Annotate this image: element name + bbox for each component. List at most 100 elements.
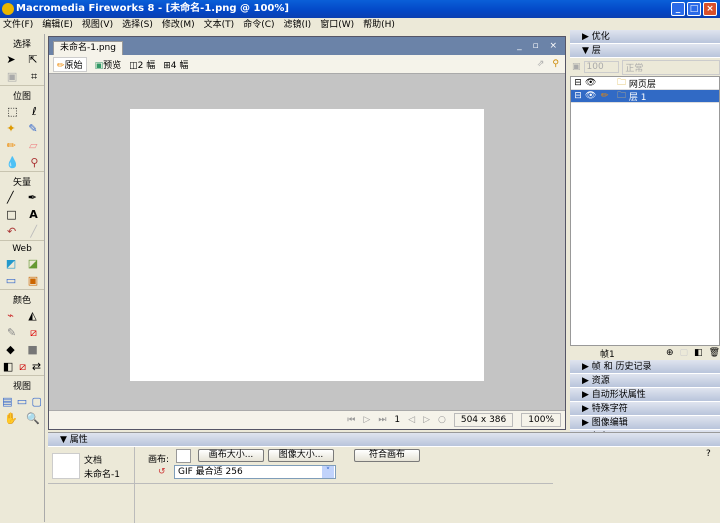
- properties-header[interactable]: ▼ 属性: [48, 433, 720, 447]
- eye-icon[interactable]: 👁: [585, 78, 617, 88]
- menu-help[interactable]: 帮助(H): [363, 18, 395, 32]
- tab-original[interactable]: ✏原始: [53, 56, 87, 72]
- last-frame-button[interactable]: ⏭: [378, 415, 386, 425]
- menu-edit[interactable]: 编辑(E): [42, 18, 73, 32]
- freeform-tool-icon[interactable]: ↶: [7, 225, 16, 238]
- export-format-select[interactable]: GIF 最合适 256 ˅: [174, 465, 336, 479]
- close-button[interactable]: ×: [703, 2, 717, 16]
- pencil-icon: ✏: [57, 60, 65, 71]
- blend-mode-select[interactable]: 正常: [622, 59, 720, 75]
- panel-auto-shape[interactable]: ▶ 自动形状属性: [570, 388, 720, 402]
- pencil-tool-icon[interactable]: ✏: [7, 139, 16, 152]
- panel-frames-history[interactable]: ▶ 帧 和 历史记录: [570, 360, 720, 374]
- new-layer-icon[interactable]: ⊕: [666, 348, 674, 358]
- canvas-color-swatch[interactable]: [176, 449, 191, 463]
- zoom-tool-icon[interactable]: 🔍: [26, 412, 40, 425]
- pencil-icon: ✏: [601, 91, 609, 101]
- canvas-area: [49, 74, 565, 410]
- canvas[interactable]: [130, 109, 484, 381]
- blur-tool-icon[interactable]: 💧: [6, 156, 20, 169]
- quick-export-icon[interactable]: ⇗: [537, 59, 545, 69]
- panel-image-edit[interactable]: ▶ 图像编辑: [570, 416, 720, 430]
- brush-tool-icon[interactable]: ✎: [28, 122, 37, 135]
- first-frame-button[interactable]: ⏮: [347, 415, 355, 425]
- hide-slices-icon[interactable]: ▭: [6, 274, 16, 287]
- rubber-stamp-icon[interactable]: ⚲: [30, 156, 38, 169]
- rectangle-tool-icon[interactable]: □: [6, 208, 16, 221]
- panel-assets[interactable]: ▶ 资源: [570, 374, 720, 388]
- full-screen-icon[interactable]: ▢: [31, 395, 41, 408]
- slice-tool-icon[interactable]: ◪: [28, 257, 38, 270]
- delete-layer-icon[interactable]: 🗑: [709, 348, 720, 358]
- fill-color-icon[interactable]: ◆: [6, 343, 14, 356]
- hand-tool-icon[interactable]: ✋: [4, 412, 18, 425]
- menu-modify[interactable]: 修改(M): [162, 18, 195, 32]
- image-size-button[interactable]: 图像大小...: [268, 449, 334, 462]
- eyedropper-icon[interactable]: ⌁: [7, 309, 14, 322]
- preview-in-browser-icon[interactable]: ⚲: [552, 59, 559, 69]
- swap-colors-icon[interactable]: ⇄: [32, 360, 41, 373]
- fill-swatch[interactable]: ■: [27, 343, 37, 356]
- standard-screen-icon[interactable]: ▤: [2, 395, 12, 408]
- document-tab[interactable]: 未命名-1.png: [53, 41, 123, 55]
- hotspot-tool-icon[interactable]: ◩: [6, 257, 16, 270]
- tab-preview[interactable]: ▣预览: [95, 58, 122, 71]
- doc-label: 文档: [84, 456, 103, 466]
- zoom-select[interactable]: 100%: [521, 413, 561, 427]
- crop-tool-icon[interactable]: ⌗: [31, 70, 37, 84]
- layer-row[interactable]: ⊟ 👁 ✏ 🗀 层 1: [571, 90, 719, 103]
- menu-file[interactable]: 文件(F): [3, 18, 33, 32]
- paint-bucket-icon[interactable]: ◭: [28, 309, 36, 322]
- panel-optimize[interactable]: ▶ 优化: [570, 30, 720, 44]
- optimize-icon: ↺: [158, 467, 166, 477]
- eye-icon[interactable]: 👁: [585, 91, 601, 101]
- stroke-swatch[interactable]: ⧄: [30, 326, 37, 340]
- window-title: Macromedia Fireworks 8 - [未命名-1.png @ 10…: [16, 3, 289, 14]
- line-tool-icon[interactable]: ╱: [7, 191, 14, 204]
- maximize-button[interactable]: □: [687, 2, 701, 16]
- two-up-icon: ◫: [129, 60, 138, 71]
- section-vector: 矢量: [0, 171, 44, 189]
- loop-icon[interactable]: ○: [438, 415, 446, 425]
- text-tool-icon[interactable]: A: [29, 208, 38, 221]
- play-button[interactable]: ▷: [363, 415, 370, 425]
- magic-wand-icon[interactable]: ✦: [6, 122, 15, 135]
- add-mask-icon[interactable]: ◧: [694, 348, 703, 358]
- document-window-controls[interactable]: _ ▫ ×: [517, 41, 561, 51]
- stroke-color-icon[interactable]: ✎: [7, 326, 16, 339]
- default-colors-icon[interactable]: ◧: [3, 360, 13, 373]
- scale-tool-icon[interactable]: ▣: [7, 70, 17, 83]
- pen-tool-icon[interactable]: ✒: [28, 191, 37, 204]
- fit-canvas-button[interactable]: 符合画布: [354, 449, 420, 462]
- opacity-field[interactable]: 100: [583, 61, 620, 73]
- menu-text[interactable]: 文本(T): [204, 18, 235, 32]
- section-select: 选择: [12, 40, 31, 50]
- menu-window[interactable]: 窗口(W): [320, 18, 354, 32]
- eraser-tool-icon[interactable]: ▱: [29, 139, 37, 152]
- menu-select[interactable]: 选择(S): [122, 18, 153, 32]
- lasso-tool-icon[interactable]: ℓ: [32, 105, 37, 118]
- help-icon[interactable]: ?: [706, 449, 711, 459]
- menu-view[interactable]: 视图(V): [82, 18, 113, 32]
- minimize-button[interactable]: _: [671, 2, 685, 16]
- no-color-icon[interactable]: ⧄: [19, 360, 26, 374]
- panel-special-chars[interactable]: ▶ 特殊字符: [570, 402, 720, 416]
- pointer-tool-icon[interactable]: ➤: [6, 53, 15, 66]
- duplicate-icon[interactable]: ▢: [680, 348, 689, 358]
- menu-filters[interactable]: 滤镜(I): [284, 18, 312, 32]
- canvas-size-button[interactable]: 画布大小...: [198, 449, 264, 462]
- tab-2-up[interactable]: ◫2 幅: [129, 58, 155, 71]
- menu-commands[interactable]: 命令(C): [243, 18, 274, 32]
- next-frame-button[interactable]: ▷: [423, 415, 430, 425]
- panel-layers[interactable]: ▼ 层: [570, 44, 720, 58]
- subselect-tool-icon[interactable]: ⇱: [28, 53, 37, 66]
- lock-icon[interactable]: ▣: [572, 62, 581, 72]
- knife-tool-icon[interactable]: ╱: [30, 225, 37, 238]
- full-menu-screen-icon[interactable]: ▭: [17, 395, 27, 408]
- show-slices-icon[interactable]: ▣: [28, 274, 38, 287]
- layer-row[interactable]: ⊟ 👁 🗀 网页层: [571, 77, 719, 90]
- canvas-size-readout[interactable]: 504 x 386: [453, 413, 514, 427]
- prev-frame-button[interactable]: ◁: [408, 415, 415, 425]
- marquee-tool-icon[interactable]: ⬚: [7, 105, 17, 118]
- tab-4-up[interactable]: ⊞4 幅: [163, 58, 188, 71]
